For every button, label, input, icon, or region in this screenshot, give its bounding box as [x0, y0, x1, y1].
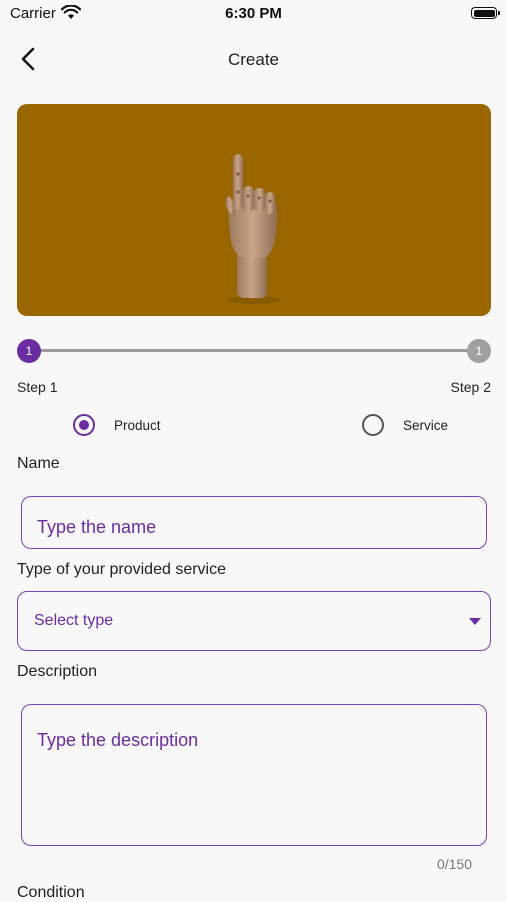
description-textarea[interactable]: Type the description — [21, 704, 487, 846]
page-title: Create — [227, 50, 280, 69]
description-char-counter: 0/150 — [436, 856, 472, 872]
service-radio-label[interactable]: Service — [403, 418, 448, 433]
service-type-placeholder: Select type — [34, 612, 114, 629]
description-placeholder: Type the description — [37, 730, 199, 750]
wooden-hand-image — [225, 154, 280, 304]
dropdown-caret-icon — [469, 618, 481, 625]
service-type-select[interactable]: Select type — [17, 591, 491, 651]
battery-icon — [471, 7, 500, 19]
name-input[interactable]: Type the name — [21, 496, 487, 549]
clock: 6:30 PM — [225, 5, 282, 22]
name-placeholder: Type the name — [37, 517, 157, 537]
step-1-label: Step 1 — [17, 379, 58, 395]
product-radio[interactable] — [73, 414, 95, 436]
step-1-indicator[interactable]: 1 — [17, 339, 41, 363]
description-label: Description — [17, 663, 98, 680]
name-label: Name — [17, 455, 60, 472]
stepper-track — [29, 349, 479, 352]
product-radio-label[interactable]: Product — [114, 418, 161, 433]
step-2-label: Step 2 — [450, 379, 491, 395]
service-type-label: Type of your provided service — [17, 561, 226, 578]
service-radio[interactable] — [362, 414, 384, 436]
hero-image — [17, 104, 491, 316]
status-bar: Carrier 6:30 PM — [0, 0, 507, 28]
step-2-indicator[interactable]: 1 — [467, 339, 491, 363]
condition-label: Condition — [17, 884, 85, 901]
